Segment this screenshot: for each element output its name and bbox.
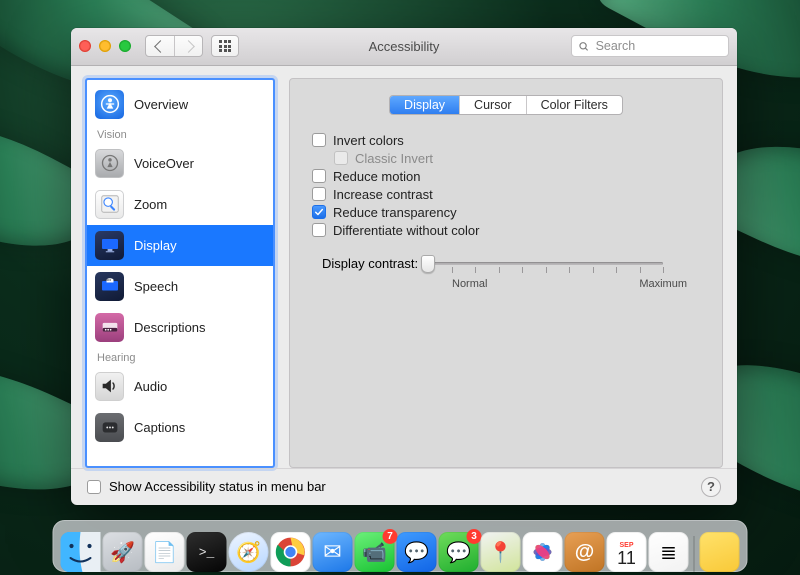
- checkbox-icon: [334, 151, 348, 165]
- show-status-label: Show Accessibility status in menu bar: [109, 479, 326, 494]
- captions-icon: [95, 413, 124, 442]
- option-reduce-transparency[interactable]: Reduce transparency: [312, 205, 702, 220]
- sidebar-item-overview[interactable]: Overview: [87, 84, 273, 125]
- dock-badge: 7: [383, 529, 398, 544]
- overview-icon: [95, 90, 124, 119]
- dock-item-reminders[interactable]: ≣: [649, 532, 689, 572]
- show-status-checkbox[interactable]: [87, 480, 101, 494]
- nav-back-forward: [145, 35, 203, 57]
- dock-item-calendar[interactable]: SEP11: [607, 532, 647, 572]
- option-label: Increase contrast: [333, 187, 433, 202]
- dock-item-finder[interactable]: [61, 532, 101, 572]
- option-label: Reduce motion: [333, 169, 420, 184]
- window-zoom-button[interactable]: [119, 40, 131, 52]
- sidebar-item-voiceover[interactable]: VoiceOver: [87, 143, 273, 184]
- sidebar-item-audio[interactable]: Audio: [87, 366, 273, 407]
- window-close-button[interactable]: [79, 40, 91, 52]
- show-all-button[interactable]: [211, 35, 239, 57]
- sidebar-item-descriptions[interactable]: Descriptions: [87, 307, 273, 348]
- display-contrast-slider[interactable]: [428, 254, 663, 274]
- sidebar-item-label: Captions: [134, 420, 185, 435]
- option-reduce-motion[interactable]: Reduce motion: [312, 169, 702, 184]
- help-button[interactable]: ?: [701, 477, 721, 497]
- audio-icon: [95, 372, 124, 401]
- dock-badge: 3: [467, 529, 482, 544]
- option-classic-invert: Classic Invert: [334, 151, 702, 166]
- option-label: Invert colors: [333, 133, 404, 148]
- search-field[interactable]: [571, 35, 729, 57]
- sidebar-item-label: Speech: [134, 279, 178, 294]
- option-label: Reduce transparency: [333, 205, 457, 220]
- checkbox-checked-icon: [312, 205, 326, 219]
- option-label: Differentiate without color: [333, 223, 479, 238]
- zoom-icon: [95, 190, 124, 219]
- search-icon: [578, 40, 590, 53]
- nav-back-button[interactable]: [146, 36, 174, 56]
- dock-item-terminal[interactable]: >_: [187, 532, 227, 572]
- dock-item-safari[interactable]: 🧭: [229, 532, 269, 572]
- dock-item-launchpad[interactable]: 🚀: [103, 532, 143, 572]
- search-input[interactable]: [594, 38, 722, 54]
- tab-cursor[interactable]: Cursor: [459, 96, 526, 114]
- sidebar-section-hearing: Hearing: [87, 348, 273, 366]
- dock-item-maps[interactable]: 📍: [481, 532, 521, 572]
- sidebar-item-label: Display: [134, 238, 177, 253]
- display-settings-pane: Display Cursor Color Filters Invert colo…: [289, 78, 723, 468]
- slider-max-label: Maximum: [639, 278, 687, 290]
- checkbox-icon: [312, 133, 326, 147]
- dock-item-mail[interactable]: ✉︎: [313, 532, 353, 572]
- grid-icon: [219, 40, 231, 52]
- checkbox-icon: [312, 169, 326, 183]
- display-tabs: Display Cursor Color Filters: [389, 95, 623, 115]
- dock-item-notes-white[interactable]: 📄: [145, 532, 185, 572]
- slider-thumb[interactable]: [421, 255, 435, 273]
- sidebar-item-speech[interactable]: Speech: [87, 266, 273, 307]
- sidebar-item-label: Overview: [134, 97, 188, 112]
- speech-icon: [95, 272, 124, 301]
- option-increase-contrast[interactable]: Increase contrast: [312, 187, 702, 202]
- dock-separator: [694, 536, 695, 572]
- window-footer: Show Accessibility status in menu bar ?: [71, 468, 737, 506]
- slider-min-label: Normal: [452, 278, 487, 290]
- tab-color-filters[interactable]: Color Filters: [526, 96, 622, 114]
- sidebar-item-label: VoiceOver: [134, 156, 194, 171]
- checkbox-icon: [312, 223, 326, 237]
- descriptions-icon: [95, 313, 124, 342]
- checkbox-icon: [312, 187, 326, 201]
- sidebar-item-label: Zoom: [134, 197, 167, 212]
- window-minimize-button[interactable]: [99, 40, 111, 52]
- accessibility-window: Accessibility Overview Vision VoiceOver: [71, 28, 737, 505]
- sidebar-item-display[interactable]: Display: [87, 225, 273, 266]
- window-titlebar: Accessibility: [71, 28, 737, 66]
- dock-item-messenger[interactable]: 💬: [397, 532, 437, 572]
- option-label: Classic Invert: [355, 151, 433, 166]
- sidebar-section-vision: Vision: [87, 125, 273, 143]
- dock-item-stickies[interactable]: [700, 532, 740, 572]
- category-sidebar[interactable]: Overview Vision VoiceOver Zoom Displa: [85, 78, 275, 468]
- dock-item-contacts[interactable]: @: [565, 532, 605, 572]
- sidebar-item-captions[interactable]: Captions: [87, 407, 273, 448]
- dock: 🚀📄>_🧭✉︎📹7💬💬3📍@SEP11≣: [53, 520, 748, 572]
- sidebar-item-label: Audio: [134, 379, 167, 394]
- sidebar-item-zoom[interactable]: Zoom: [87, 184, 273, 225]
- display-contrast-label: Display contrast:: [322, 256, 418, 271]
- voiceover-icon: [95, 149, 124, 178]
- option-differentiate-without-color[interactable]: Differentiate without color: [312, 223, 702, 238]
- dock-item-chrome[interactable]: [271, 532, 311, 572]
- option-invert-colors[interactable]: Invert colors: [312, 133, 702, 148]
- display-icon: [95, 231, 124, 260]
- tab-display[interactable]: Display: [390, 96, 459, 114]
- dock-item-photos[interactable]: [523, 532, 563, 572]
- nav-forward-button[interactable]: [174, 36, 202, 56]
- sidebar-item-label: Descriptions: [134, 320, 206, 335]
